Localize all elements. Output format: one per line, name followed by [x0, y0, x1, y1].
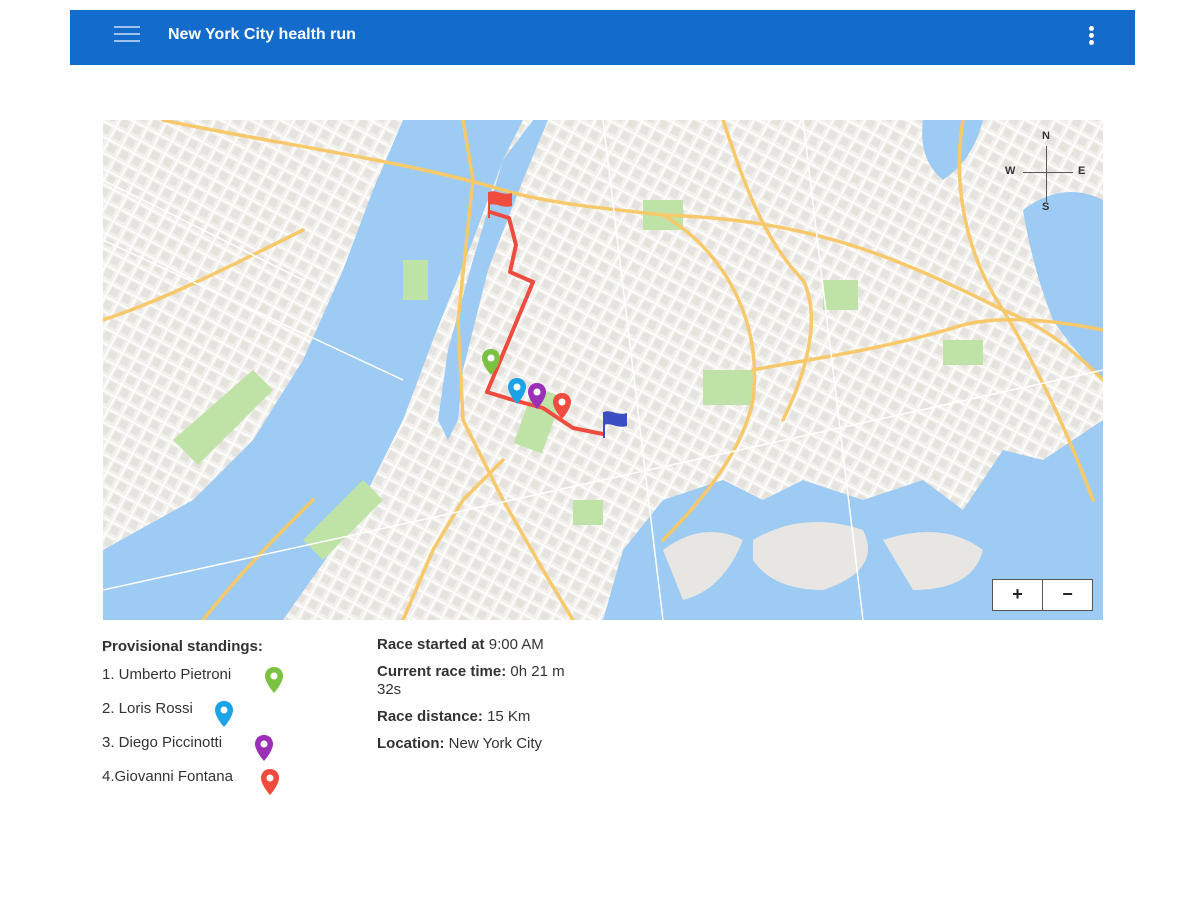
race-location-value: New York City [448, 735, 543, 752]
standings-panel: Provisional standings: 1. Umberto Pietro… [102, 636, 352, 795]
zoom-controls: + − [992, 579, 1093, 611]
map-marker-loris-icon[interactable] [507, 377, 527, 405]
runner-name: 1. Umberto Pietroni [102, 666, 232, 683]
compass-north: N [1042, 130, 1050, 142]
red-marker-icon [261, 769, 279, 795]
race-map[interactable]: N W E S + − [103, 120, 1103, 620]
page-title: New York City health run [168, 26, 356, 43]
race-location-label: Location: [377, 735, 445, 752]
finish-flag-icon [603, 411, 627, 438]
race-start-value: 9:00 AM [488, 636, 544, 653]
race-distance-label: Race distance: [377, 708, 483, 725]
race-route [485, 210, 605, 436]
race-time-label: Current race time: [377, 663, 507, 680]
race-info-panel: Race started at 9:00 AM Current race tim… [377, 636, 577, 762]
green-marker-icon [265, 667, 283, 693]
compass-east: E [1078, 165, 1086, 177]
standings-row: 4.Giovanni Fontana [102, 760, 352, 795]
standings-title: Provisional standings: [102, 638, 263, 655]
standings-row: 1. Umberto Pietroni [102, 658, 352, 693]
map-marker-giovanni-icon[interactable] [552, 392, 572, 420]
runner-name: 4.Giovanni Fontana [102, 768, 233, 785]
blue-marker-icon [215, 701, 233, 727]
compass-south: S [1042, 201, 1050, 213]
runner-name: 2. Loris Rossi [102, 700, 193, 717]
start-flag-icon [488, 191, 512, 218]
runner-name: 3. Diego Piccinotti [102, 734, 223, 751]
race-distance-row: Race distance: 15 Km [377, 708, 577, 726]
race-distance-value: 15 Km [487, 708, 531, 725]
race-time-row: Current race time: 0h 21 m 32s [377, 663, 577, 699]
standings-row: 3. Diego Piccinotti [102, 726, 352, 761]
purple-marker-icon [255, 735, 273, 761]
race-location-row: Location: New York City [377, 735, 577, 753]
hamburger-menu-icon[interactable] [114, 26, 140, 48]
compass-west: W [1005, 165, 1016, 177]
map-marker-umberto-icon[interactable] [481, 348, 501, 376]
race-start-row: Race started at 9:00 AM [377, 636, 577, 654]
compass: N W E S [1003, 126, 1086, 216]
zoom-out-button[interactable]: − [1042, 580, 1092, 610]
standings-row: 2. Loris Rossi [102, 692, 352, 727]
map-marker-diego-icon[interactable] [527, 382, 547, 410]
app-bar: New York City health run [70, 10, 1135, 65]
more-options-icon[interactable] [1086, 26, 1096, 50]
race-start-label: Race started at [377, 636, 485, 653]
zoom-in-button[interactable]: + [993, 580, 1042, 610]
